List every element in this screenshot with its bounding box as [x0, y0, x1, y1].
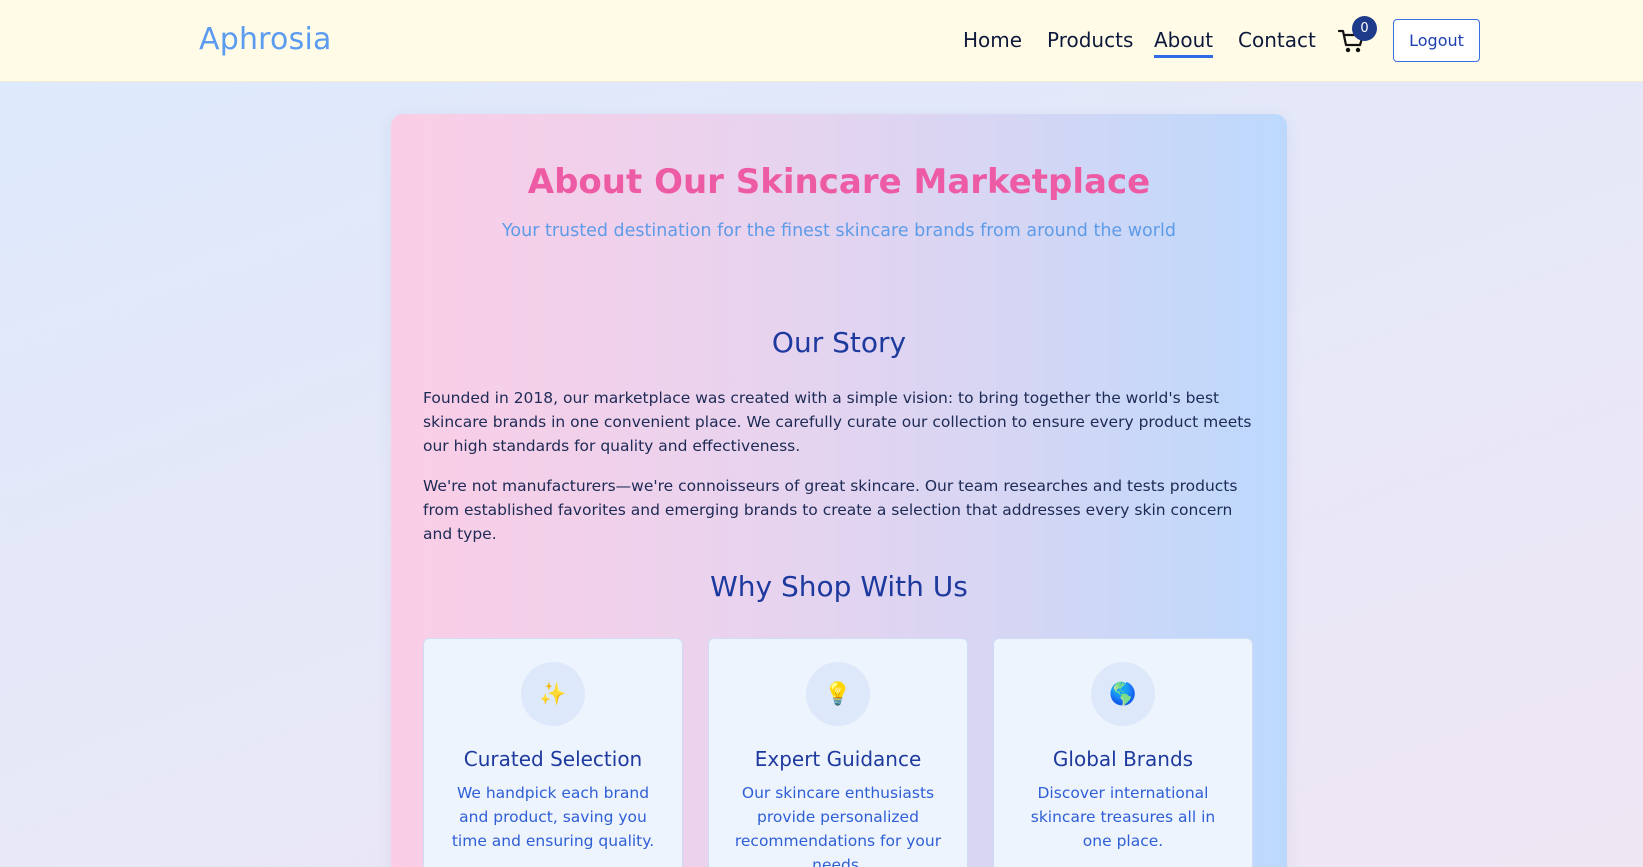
- story-paragraph-1: Founded in 2018, our marketplace was cre…: [423, 389, 1252, 455]
- feature-card-expert: 💡 Expert Guidance Our skincare enthusias…: [708, 638, 968, 867]
- feature-description: We handpick each brand and product, savi…: [451, 784, 655, 850]
- globe-icon: 🌎: [1091, 662, 1155, 726]
- nav-contact[interactable]: Contact: [1238, 28, 1316, 52]
- sparkles-icon: ✨: [521, 662, 585, 726]
- why-heading: Why Shop With Us: [710, 570, 968, 603]
- feature-card-global: 🌎 Global Brands Discover international s…: [993, 638, 1253, 867]
- page-title: About Our Skincare Marketplace: [527, 162, 1151, 202]
- story-paragraph-2: We're not manufacturers—we're connoisseu…: [423, 477, 1238, 543]
- about-card: About Our Skincare Marketplace Your trus…: [391, 114, 1287, 867]
- brand-logo[interactable]: Aphrosia: [199, 22, 332, 57]
- feature-description: Discover international skincare treasure…: [1030, 784, 1216, 850]
- feature-title: Curated Selection: [463, 747, 643, 771]
- nav-products[interactable]: Products: [1047, 28, 1133, 52]
- nav-about[interactable]: About: [1154, 28, 1214, 58]
- nav-home[interactable]: Home: [963, 28, 1022, 52]
- story-heading: Our Story: [771, 326, 907, 359]
- feature-description: Our skincare enthusiasts provide persona…: [734, 784, 942, 867]
- page-subtitle: Your trusted destination for the finest …: [502, 221, 1176, 241]
- feature-title: Global Brands: [1052, 747, 1194, 771]
- feature-card-curated: ✨ Curated Selection We handpick each bra…: [423, 638, 683, 867]
- lightbulb-icon: 💡: [806, 662, 870, 726]
- feature-title: Expert Guidance: [754, 747, 922, 771]
- top-navbar: Aphrosia Home Products About Contact 0 L…: [0, 0, 1643, 82]
- logout-button[interactable]: Logout: [1393, 19, 1480, 62]
- cart-count-badge: 0: [1352, 16, 1377, 41]
